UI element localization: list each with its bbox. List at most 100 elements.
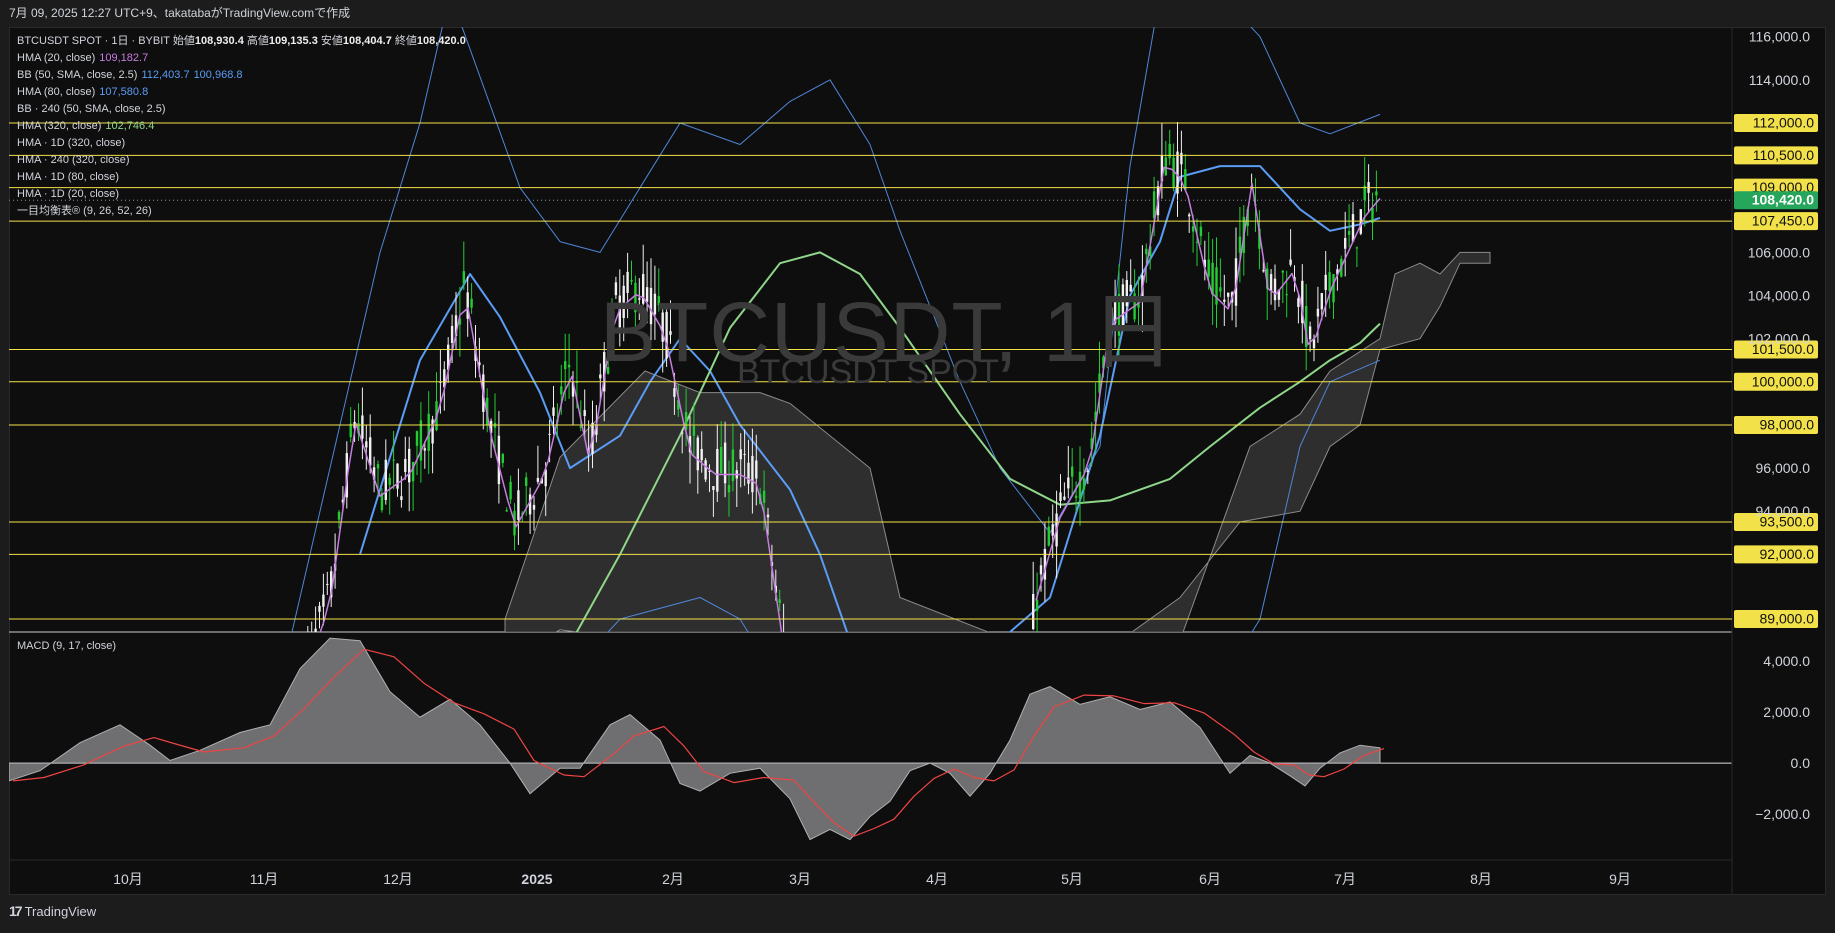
indicator-row[interactable]: HMA · 1D (20, close) <box>17 186 466 203</box>
indicator-name: HMA · 1D (80, close) <box>17 171 120 183</box>
indicator-row[interactable]: HMA · 1D (320, close) <box>17 135 466 152</box>
candle-body <box>552 407 555 416</box>
candle-body <box>1059 492 1062 502</box>
candle-body <box>517 490 520 520</box>
tradingview-logo-icon: 17 <box>9 903 23 919</box>
price-level-badge: 89,000.0 <box>1734 610 1818 629</box>
price-level-label: 98,000.0 <box>1760 416 1815 432</box>
candle-body <box>723 442 727 484</box>
candle-body <box>450 325 454 343</box>
price-tick-label: 94,000.0 <box>1756 503 1811 519</box>
candle-body <box>583 410 586 417</box>
candle-body <box>419 420 423 461</box>
price-tick-label: 116,000.0 <box>1749 29 1810 45</box>
candle-body <box>1082 478 1086 490</box>
candle-body <box>415 431 419 446</box>
price-tick-label: 104,000.0 <box>1748 288 1810 304</box>
price-level-label: 110,500.0 <box>1753 147 1814 163</box>
indicator-row[interactable]: HMA · 1D (80, close) <box>17 169 466 186</box>
symbol-watermark-sub: BTCUSDT SPOT <box>737 353 999 391</box>
indicator-name: HMA · 1D (320, close) <box>17 137 126 149</box>
price-level-badge: 110,500.0 <box>1734 146 1818 165</box>
candle-body <box>720 446 723 474</box>
price-level-label: 92,000.0 <box>1760 546 1815 562</box>
candle-body <box>1047 526 1050 546</box>
candle-body <box>766 514 770 518</box>
time-axis-label: 4月 <box>926 871 948 887</box>
candle-body <box>567 364 571 368</box>
close-value: 108,420.0 <box>416 35 466 47</box>
candle-body <box>1355 247 1359 249</box>
candle-body <box>1297 298 1300 307</box>
candle-body <box>818 725 820 727</box>
indicator-name: BB · 240 (50, SMA, close, 2.5) <box>17 103 166 115</box>
candle-body <box>681 432 684 434</box>
candle-body <box>384 459 387 500</box>
time-axis-label: 3月 <box>789 871 811 887</box>
candle-body <box>806 704 808 732</box>
candle-body <box>778 599 781 603</box>
candle-body <box>1281 270 1284 273</box>
candle-body <box>1074 495 1078 498</box>
candle-body <box>528 494 532 515</box>
candle-body <box>376 464 380 469</box>
time-axis-label: 5月 <box>1061 871 1083 887</box>
current-price-badge: 108,420.0 <box>1734 191 1818 210</box>
high-value: 109,135.3 <box>268 35 318 47</box>
candle-body <box>696 437 699 471</box>
candle-body <box>1051 524 1054 536</box>
open-label: 始値 <box>172 35 195 47</box>
candle-body <box>1223 299 1226 302</box>
brand-name: TradingView <box>24 903 97 919</box>
candle-body <box>1332 274 1335 303</box>
macd-label[interactable]: MACD (9, 17, close) <box>17 640 116 652</box>
indicator-row[interactable]: HMA (320, close) 102,746.4 <box>17 118 466 135</box>
candle-body <box>337 511 341 520</box>
candle-body <box>326 583 329 585</box>
indicator-row[interactable]: BB (50, SMA, close, 2.5) 112,403.7 100,968… <box>17 67 466 84</box>
candle-body <box>536 477 540 482</box>
footer-brand[interactable]: 17 TradingView <box>9 903 96 919</box>
price-level-label: 107,450.0 <box>1752 213 1814 229</box>
indicator-row[interactable]: HMA · 240 (320, close) <box>17 152 466 169</box>
candle-body <box>1324 274 1327 291</box>
candle-body <box>794 685 796 701</box>
candle-body <box>1269 274 1273 292</box>
candle-body <box>727 485 731 493</box>
indicator-name: HMA (20, close) <box>17 52 96 64</box>
price-level-label: 89,000.0 <box>1760 611 1815 627</box>
candle-body <box>1320 293 1323 310</box>
candle-body <box>1289 259 1292 265</box>
candle-body <box>532 504 536 510</box>
indicator-row[interactable]: HMA (80, close) 107,580.8 <box>17 84 466 101</box>
candle-body <box>1180 152 1183 165</box>
candle-body <box>505 510 508 512</box>
indicator-row[interactable]: HMA (20, close) 109,182.7 <box>17 50 466 67</box>
candle-body <box>704 460 707 480</box>
candle-body <box>1344 237 1347 249</box>
candle-body <box>1168 143 1171 159</box>
candle-body <box>509 481 512 500</box>
time-axis-label: 9月 <box>1609 871 1631 887</box>
symbol-name[interactable]: BTCUSDT SPOT · 1日 · BYBIT <box>17 35 170 47</box>
candle-body <box>307 648 309 659</box>
indicator-value: 109,182.7 <box>99 52 149 64</box>
candle-body <box>751 455 754 493</box>
candle-body <box>821 718 823 737</box>
candle-body <box>1375 191 1378 196</box>
candle-body <box>810 700 812 738</box>
indicator-row[interactable]: BB · 240 (50, SMA, close, 2.5) <box>17 101 466 118</box>
candle-body <box>1238 236 1242 253</box>
candle-body <box>786 661 788 676</box>
price-tick-label: 106,000.0 <box>1748 244 1810 260</box>
symbol-ohlc-row[interactable]: BTCUSDT SPOT · 1日 · BYBIT 始値108,930.4 高値… <box>17 33 466 50</box>
low-label: 安値 <box>320 35 343 47</box>
price-level-badge: 98,000.0 <box>1734 415 1818 434</box>
indicator-row[interactable]: 一目均衡表® (9, 26, 52, 26) <box>17 203 466 220</box>
candle-body <box>501 454 504 464</box>
candle-body <box>318 605 321 612</box>
indicator-value: 107,580.8 <box>99 86 149 98</box>
candle-body <box>1312 339 1316 349</box>
low-value: 108,404.7 <box>342 35 392 47</box>
candle-body <box>1219 287 1222 292</box>
